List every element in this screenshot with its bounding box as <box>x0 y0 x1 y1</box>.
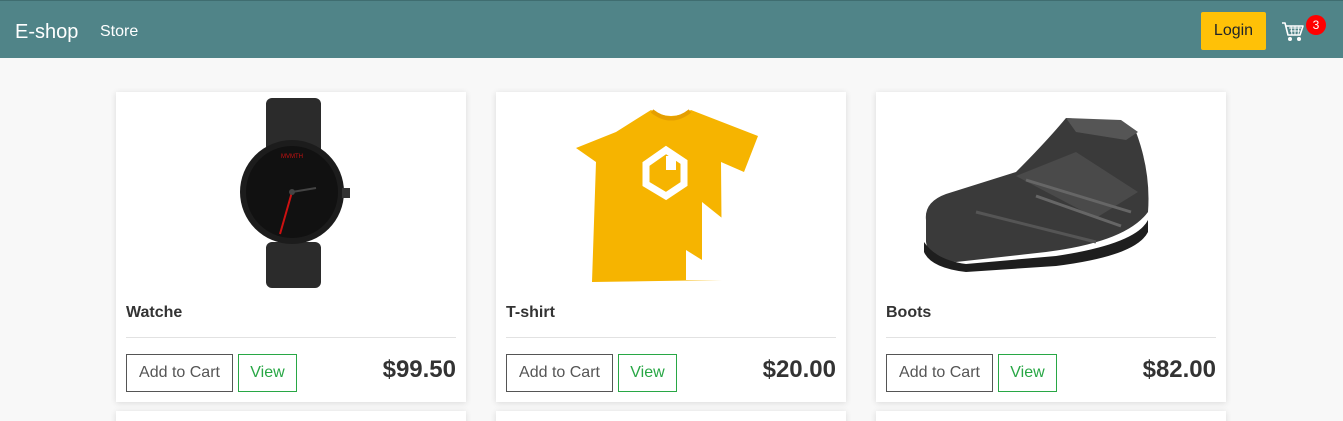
product-title: Boots <box>886 304 932 321</box>
product-price: $82.00 <box>1142 356 1216 383</box>
add-to-cart-button[interactable]: Add to Cart <box>126 354 233 392</box>
divider <box>506 337 836 338</box>
svg-text:MVMTH: MVMTH <box>281 154 303 160</box>
brand-logo[interactable]: E-shop <box>15 20 78 44</box>
product-price: $99.50 <box>382 356 456 383</box>
tshirt-image <box>576 109 758 282</box>
product-card-next-row <box>876 411 1226 421</box>
view-button[interactable]: View <box>998 354 1057 392</box>
add-to-cart-button[interactable]: Add to Cart <box>506 354 613 392</box>
navbar: E-shop Store Login 3 <box>0 0 1343 58</box>
product-title: T-shirt <box>506 304 555 321</box>
shoe-image <box>924 118 1149 272</box>
product-card-next-row <box>496 411 846 421</box>
product-card-next-row <box>116 411 466 421</box>
watch-image: MVMTH <box>240 98 350 288</box>
product-title: Watche <box>126 304 183 321</box>
cart-count-badge: 3 <box>1306 15 1326 35</box>
product-price: $20.00 <box>762 356 836 383</box>
product-card: T-shirt Add to Cart View $20.00 <box>496 92 846 402</box>
product-card: Boots Add to Cart View $82.00 <box>876 92 1226 402</box>
divider <box>886 337 1216 338</box>
divider <box>126 337 456 338</box>
view-button[interactable]: View <box>238 354 297 392</box>
cart-button[interactable]: 3 <box>1281 15 1327 49</box>
view-button[interactable]: View <box>618 354 677 392</box>
nav-link-store[interactable]: Store <box>100 22 138 42</box>
cart-icon <box>1282 22 1304 41</box>
login-button[interactable]: Login <box>1201 12 1266 50</box>
product-card: MVMTH Watche Add to Cart View $99.50 <box>116 92 466 402</box>
add-to-cart-button[interactable]: Add to Cart <box>886 354 993 392</box>
